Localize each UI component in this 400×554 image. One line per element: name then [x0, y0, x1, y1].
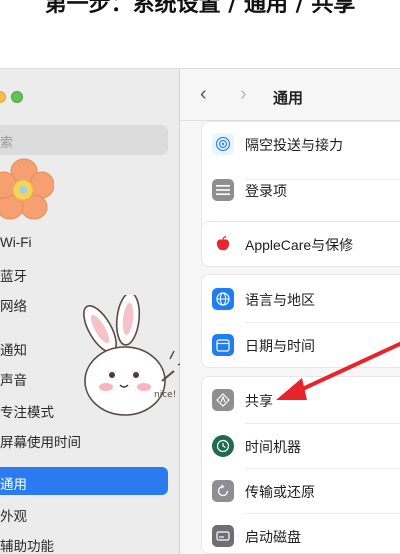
list-icon	[212, 179, 234, 201]
sidebar-item-general[interactable]: 通用	[0, 467, 168, 495]
sidebar-item-accessibility[interactable]: 辅助功能	[0, 529, 168, 554]
sharing-icon	[212, 389, 234, 411]
settings-card: 共享 时间机器 传输或还原 启动磁盘	[201, 376, 400, 554]
settings-card: 隔空投送与接力 登录项	[201, 121, 400, 233]
minimize-button[interactable]	[0, 91, 6, 103]
row-language-region[interactable]: 语言与地区	[202, 277, 400, 321]
row-label: 启动磁盘	[245, 529, 301, 545]
row-login-items[interactable]: 登录项	[202, 168, 400, 212]
settings-card: AppleCare与保修	[201, 221, 400, 267]
row-label: 传输或还原	[245, 484, 315, 500]
sidebar-item-screen-time[interactable]: 屏幕使用时间	[0, 425, 168, 453]
row-sharing[interactable]: 共享	[202, 378, 400, 422]
sidebar-item-appearance[interactable]: 外观	[0, 499, 168, 527]
bunny-sticker: nice!	[83, 295, 187, 416]
row-label: 语言与地区	[245, 292, 315, 308]
row-airdrop[interactable]: 隔空投送与接力	[202, 122, 400, 166]
row-label: 时间机器	[245, 439, 301, 455]
row-label: 隔空投送与接力	[245, 137, 343, 153]
restore-icon	[212, 480, 234, 502]
chevron-left-icon[interactable]: ‹	[200, 83, 207, 106]
globe-icon	[212, 288, 234, 310]
sidebar-item-bluetooth[interactable]: 蓝牙	[0, 259, 168, 287]
flower-sticker	[0, 158, 54, 220]
airdrop-icon	[212, 133, 234, 155]
apple-icon	[212, 233, 234, 255]
row-label: 日期与时间	[245, 338, 315, 354]
row-label: 共享	[245, 393, 273, 409]
row-applecare[interactable]: AppleCare与保修	[202, 222, 400, 266]
settings-window: 索 Wi-Fi 蓝牙 网络 通知 声音 专注模式 屏幕使用时间 通用 外观 辅助…	[0, 68, 400, 554]
main-pane: ‹ › 通用 隔空投送与接力 登录项 AppleCare与保修 语言与地区 日期…	[180, 69, 400, 554]
row-transfer-reset[interactable]: 传输或还原	[202, 469, 400, 513]
row-time-machine[interactable]: 时间机器	[202, 424, 400, 468]
sidebar-item-wifi[interactable]: Wi-Fi	[0, 229, 168, 257]
toolbar: ‹ › 通用	[180, 69, 400, 121]
time-machine-icon	[212, 435, 234, 457]
calendar-icon	[212, 334, 234, 356]
zoom-button[interactable]	[11, 91, 23, 103]
disk-icon	[212, 525, 234, 547]
sticker-text: nice!	[154, 390, 176, 400]
row-label: 登录项	[245, 183, 287, 199]
sidebar: 索 Wi-Fi 蓝牙 网络 通知 声音 专注模式 屏幕使用时间 通用 外观 辅助…	[0, 69, 187, 554]
row-label: AppleCare与保修	[245, 237, 354, 253]
row-date-time[interactable]: 日期与时间	[202, 323, 400, 367]
settings-card: 语言与地区 日期与时间	[201, 274, 400, 368]
search-input[interactable]: 索	[0, 125, 168, 155]
page-title: 通用	[273, 90, 304, 107]
page-heading: 第一步：系统设置 / 通用 / 共享	[44, 0, 356, 17]
row-startup-disk[interactable]: 启动磁盘	[202, 514, 400, 554]
chevron-right-icon[interactable]: ›	[240, 83, 247, 106]
